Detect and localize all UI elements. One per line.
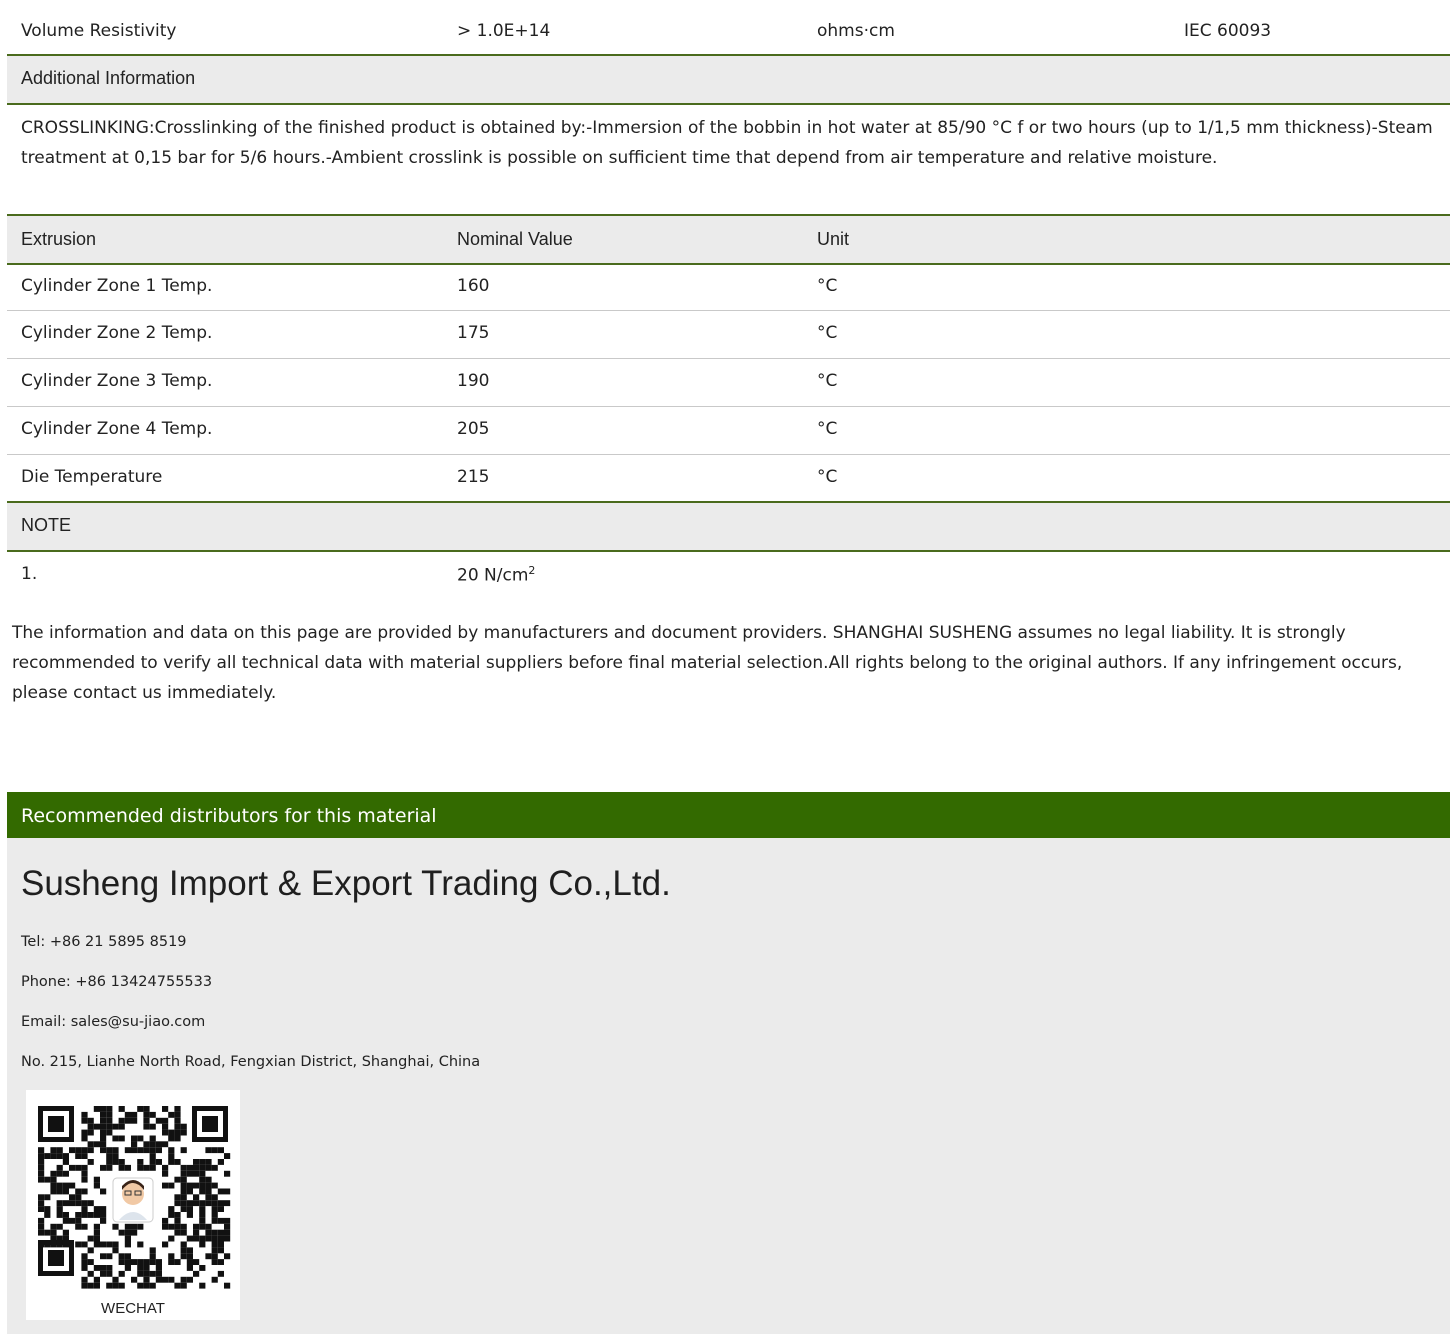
- table-row-volume-resistivity: Volume Resistivity > 1.0E+14 ohms·cm IEC…: [7, 8, 1450, 54]
- qr-label: WECHAT: [101, 1300, 165, 1317]
- row-value: 205: [457, 419, 490, 439]
- row-unit: °C: [817, 276, 838, 296]
- row-unit: °C: [817, 323, 838, 343]
- property-value: > 1.0E+14: [457, 21, 551, 41]
- distributor-section-title: Recommended distributors for this materi…: [7, 792, 1450, 838]
- note-superscript: 2: [528, 564, 536, 577]
- table-row: Die Temperature 215 °C: [7, 455, 1450, 501]
- property-name: Volume Resistivity: [21, 21, 177, 41]
- row-property: Cylinder Zone 4 Temp.: [21, 419, 213, 439]
- distributor-panel: Susheng Import & Export Trading Co.,Ltd.…: [7, 838, 1450, 1334]
- disclaimer-text: The information and data on this page ar…: [12, 623, 1403, 703]
- row-value: 160: [457, 276, 490, 296]
- contact-email[interactable]: Email: sales@su-jiao.com: [21, 1014, 205, 1030]
- table-row: Cylinder Zone 1 Temp. 160 °C: [7, 265, 1450, 311]
- section-header-note: NOTE: [7, 501, 1450, 551]
- row-value: 215: [457, 467, 490, 487]
- note-number: 1.: [21, 564, 38, 584]
- property-method: IEC 60093: [1184, 21, 1272, 41]
- note-value: 20 N/cm2: [457, 564, 536, 586]
- section-header-additional-info: Additional Information: [7, 54, 1450, 104]
- section-title: Additional Information: [21, 68, 196, 88]
- table-header-extrusion: Extrusion Nominal Value Unit: [7, 214, 1450, 264]
- table-row: Cylinder Zone 3 Temp. 190 °C: [7, 359, 1450, 407]
- contact-phone: Phone: +86 13424755533: [21, 974, 213, 990]
- column-header-nominal-value: Nominal Value: [457, 229, 573, 249]
- row-property: Cylinder Zone 2 Temp.: [21, 323, 213, 343]
- row-unit: °C: [817, 467, 838, 487]
- note-row: 1. 20 N/cm2: [7, 552, 1450, 598]
- row-unit: °C: [817, 419, 838, 439]
- row-property: Cylinder Zone 1 Temp.: [21, 276, 213, 296]
- additional-info-text: CROSSLINKING:Crosslinking of the finishe…: [21, 118, 1433, 168]
- qr-code-icon: [26, 1090, 240, 1300]
- contact-tel: Tel: +86 21 5895 8519: [21, 934, 187, 950]
- property-unit: ohms·cm: [817, 21, 895, 41]
- column-header-extrusion: Extrusion: [21, 229, 97, 249]
- row-property: Cylinder Zone 3 Temp.: [21, 371, 213, 391]
- contact-address: No. 215, Lianhe North Road, Fengxian Dis…: [21, 1054, 481, 1070]
- row-value: 175: [457, 323, 490, 343]
- column-header-unit: Unit: [817, 229, 850, 249]
- table-row: Cylinder Zone 2 Temp. 175 °C: [7, 311, 1450, 359]
- wechat-qr-code: WECHAT: [26, 1090, 240, 1320]
- company-name: Susheng Import & Export Trading Co.,Ltd.: [21, 864, 671, 903]
- row-unit: °C: [817, 371, 838, 391]
- row-property: Die Temperature: [21, 467, 163, 487]
- table-row: Cylinder Zone 4 Temp. 205 °C: [7, 407, 1450, 455]
- row-value: 190: [457, 371, 490, 391]
- divider: [7, 103, 1450, 105]
- section-title: NOTE: [21, 515, 72, 535]
